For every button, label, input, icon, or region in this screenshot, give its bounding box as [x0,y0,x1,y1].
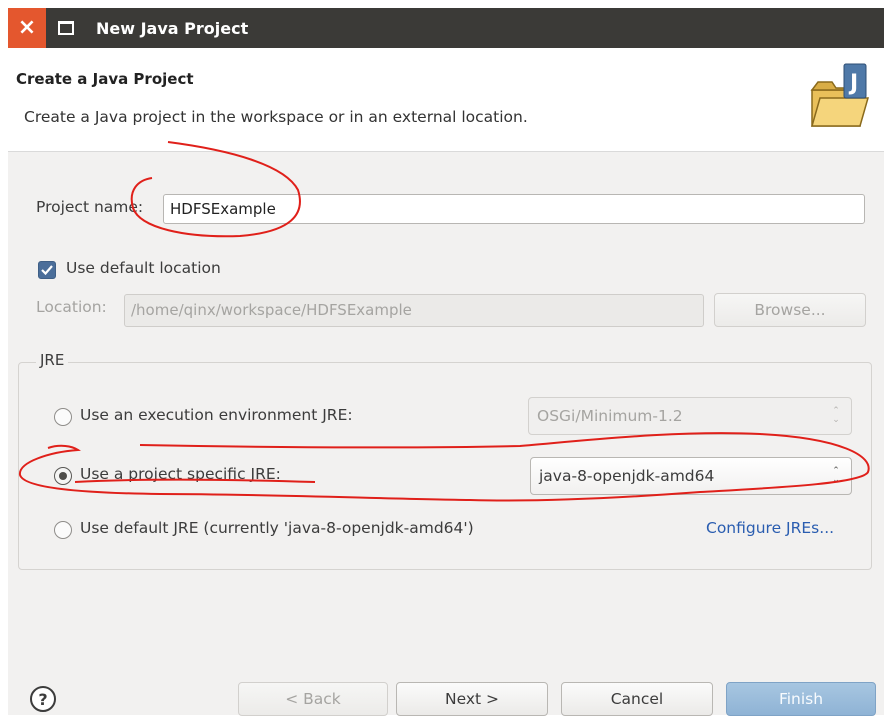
page-description: Create a Java project in the workspace o… [24,108,528,126]
radio-project-specific-jre[interactable] [54,467,72,485]
project-name-input[interactable]: HDFSExample [163,194,865,224]
check-icon [41,265,53,276]
wizard-content: Project name: HDFSExample Use default lo… [8,152,884,652]
use-default-location-checkbox[interactable] [38,261,56,279]
close-button[interactable]: × [8,8,46,48]
configure-jres-link[interactable]: Configure JREs... [706,519,834,537]
project-name-label: Project name: [36,198,144,216]
wizard-footer: ? < Back Next > Cancel Finish [8,652,884,716]
maximize-button[interactable] [46,8,86,48]
project-specific-jre-select[interactable]: java-8-openjdk-amd64 ⌃ ⌄ [530,457,852,495]
project-specific-jre-value: java-8-openjdk-amd64 [539,467,715,485]
svg-text:J: J [848,71,858,96]
default-jre-label: Use default JRE (currently 'java-8-openj… [80,519,474,537]
project-specific-jre-label: Use a project specific JRE: [80,465,281,483]
page-title: Create a Java Project [16,70,194,88]
close-icon: × [17,15,37,40]
help-icon[interactable]: ? [30,686,56,712]
back-button[interactable]: < Back [238,682,388,716]
execution-environment-label: Use an execution environment JRE: [80,406,353,424]
use-default-location-label: Use default location [66,259,221,277]
radio-execution-environment[interactable] [54,408,72,426]
jre-group-title: JRE [36,351,69,369]
maximize-icon [58,21,74,35]
spinner-icon: ⌃ ⌄ [832,466,840,485]
browse-button[interactable]: Browse... [714,293,866,327]
location-label: Location: [36,298,107,316]
next-button[interactable]: Next > [396,682,548,716]
wizard-header: Create a Java Project Create a Java proj… [8,48,884,152]
title-bar: × New Java Project [8,8,884,48]
finish-button[interactable]: Finish [726,682,876,716]
execution-environment-value: OSGi/Minimum-1.2 [537,407,683,425]
radio-default-jre[interactable] [54,521,72,539]
java-project-folder-icon: J [810,63,869,127]
spinner-icon: ⌃ ⌄ [832,406,840,425]
cancel-button[interactable]: Cancel [561,682,713,716]
execution-environment-select[interactable]: OSGi/Minimum-1.2 ⌃ ⌄ [528,397,852,435]
location-input[interactable]: /home/qinx/workspace/HDFSExample [124,294,704,327]
window-title: New Java Project [96,18,249,38]
